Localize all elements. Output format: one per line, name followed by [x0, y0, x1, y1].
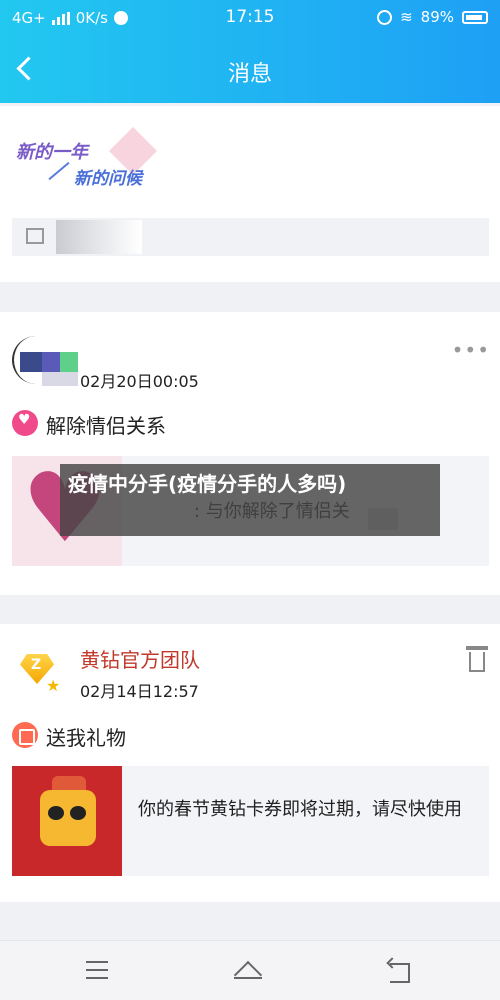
- heart-icon: [12, 410, 38, 436]
- back-icon[interactable]: [382, 953, 422, 989]
- message-action: 解除情侣关系: [46, 414, 166, 438]
- avatar[interactable]: [12, 332, 78, 386]
- overlay-title: 疫情中分手(疫情分手的人多吗): [68, 472, 347, 496]
- banner-line-2: 新的问候: [74, 169, 142, 189]
- alarm-icon: [377, 9, 393, 25]
- system-nav-bar: [0, 940, 500, 1000]
- message-action: 送我礼物: [46, 726, 126, 750]
- message-card-breakup[interactable]: ••• 02月20日00:05 解除情侣关系 : 与你解除了情侣关: [0, 312, 500, 595]
- sender-name[interactable]: 黄钻官方团队: [80, 644, 200, 673]
- message-content-text: 你的春节黄钻卡券即将过期，请尽快使用: [138, 799, 462, 820]
- page-title: 消息: [227, 62, 272, 87]
- gift-character-thumbnail: [12, 766, 122, 876]
- message-card-gift[interactable]: Z ★ 黄钻官方团队 02月14日12:57 送我礼物 你的春节黄钻卡券即将过期，…: [0, 624, 500, 902]
- blurred-content: [56, 220, 142, 254]
- trash-icon[interactable]: [466, 646, 488, 672]
- status-bar: 4G+ 0K/s 17:15 ≋ 89%: [0, 0, 500, 36]
- menu-icon[interactable]: [78, 953, 118, 989]
- message-content-box[interactable]: 你的春节黄钻卡券即将过期，请尽快使用: [12, 766, 489, 876]
- reply-icon: [26, 228, 44, 244]
- app-header: 消息: [0, 40, 500, 100]
- battery-label: 89%: [420, 8, 454, 26]
- reply-preview-bar[interactable]: [12, 218, 489, 256]
- more-options-icon[interactable]: •••: [452, 338, 490, 362]
- magic-wand-icon: [48, 161, 70, 181]
- banner-line-1: 新的一年: [16, 142, 88, 163]
- battery-icon: [462, 10, 488, 24]
- greeting-banner-image: 新的一年 新的问候: [16, 126, 158, 198]
- wifi-icon: ≋: [400, 8, 413, 26]
- yellow-diamond-logo-icon[interactable]: Z ★: [16, 648, 62, 695]
- message-date: 02月14日12:57: [80, 682, 199, 701]
- top-bar: 4G+ 0K/s 17:15 ≋ 89% 消息: [0, 0, 500, 103]
- home-icon[interactable]: [230, 953, 270, 989]
- message-date: 02月20日00:05: [80, 372, 199, 391]
- gift-icon: [12, 722, 38, 748]
- status-right: ≋ 89%: [377, 8, 488, 26]
- article-title-overlay: 疫情中分手(疫情分手的人多吗): [60, 464, 440, 536]
- greeting-card[interactable]: 新的一年 新的问候: [0, 106, 500, 282]
